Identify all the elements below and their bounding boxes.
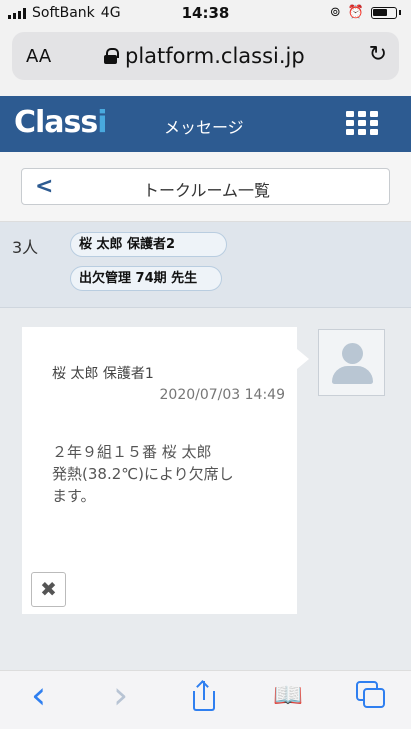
classi-logo[interactable]: Classi (14, 105, 108, 140)
address-bar[interactable]: AA platform.classi.jp ↻ (12, 32, 399, 80)
member-tag: 桜 太郎 保護者2 (70, 232, 227, 257)
back-icon[interactable]: ‹ (31, 673, 46, 717)
message-area: 桜 太郎 保護者1 2020/07/03 14:49 ２年９組１５番 桜 太郎 … (0, 308, 411, 670)
message-timestamp: 2020/07/03 14:49 (159, 387, 286, 403)
tabs-icon[interactable] (356, 681, 386, 709)
browser-address-area: AA platform.classi.jp ↻ (0, 26, 411, 96)
logo-accent: i (97, 105, 107, 140)
avatar (318, 329, 385, 396)
message-line: ます。 (52, 486, 96, 505)
alarm-icon: ⏰ (347, 5, 364, 20)
room-list-button[interactable]: < トークルーム一覧 (21, 168, 390, 205)
message-bubble: 桜 太郎 保護者1 2020/07/03 14:49 ２年９組１５番 桜 太郎 … (22, 327, 309, 614)
page-title: メッセージ (164, 118, 244, 137)
share-glyph (191, 680, 217, 711)
member-tag: 出欠管理 74期 先生 (70, 266, 222, 291)
orientation-lock-icon: ⊚ (329, 5, 341, 20)
bookmarks-icon[interactable]: 📖 (273, 681, 303, 709)
reload-icon[interactable]: ↻ (369, 42, 387, 67)
url-text: platform.classi.jp (125, 44, 305, 68)
delete-message-button[interactable]: ✖ (31, 572, 66, 607)
member-count: 3人 (12, 238, 39, 257)
room-list-label: トークルーム一覧 (142, 181, 271, 200)
battery-tip-icon (399, 10, 401, 15)
text-size-button[interactable]: AA (26, 46, 51, 67)
message-body: ２年９組１５番 桜 太郎 発熱(38.2℃)により欠席し ます。 (52, 442, 282, 507)
browser-toolbar: ‹ › 📖 (0, 670, 411, 729)
message-line: ２年９組１５番 桜 太郎 (52, 443, 212, 461)
status-bar: SoftBank 4G 14:38 ⊚ ⏰ (0, 0, 411, 26)
share-icon[interactable] (191, 680, 217, 711)
logo-text: Class (14, 105, 98, 140)
avatar-head-icon (342, 343, 363, 364)
status-right: ⊚ ⏰ (330, 5, 401, 20)
app-header: Classi メッセージ (0, 96, 411, 152)
navigation-strip: < トークルーム一覧 (0, 152, 411, 222)
url-display[interactable]: platform.classi.jp (104, 44, 305, 68)
forward-icon[interactable]: › (113, 673, 128, 717)
battery-icon (371, 6, 397, 19)
tabs-glyph (356, 681, 386, 709)
app-menu-grid-icon[interactable] (346, 111, 378, 137)
lock-icon (104, 48, 119, 64)
members-panel: 3人 桜 太郎 保護者2 出欠管理 74期 先生 (0, 222, 411, 308)
avatar-body-icon (332, 366, 373, 384)
message-sender: 桜 太郎 保護者1 (52, 366, 154, 382)
message-line: 発熱(38.2℃)により欠席し (52, 464, 234, 483)
